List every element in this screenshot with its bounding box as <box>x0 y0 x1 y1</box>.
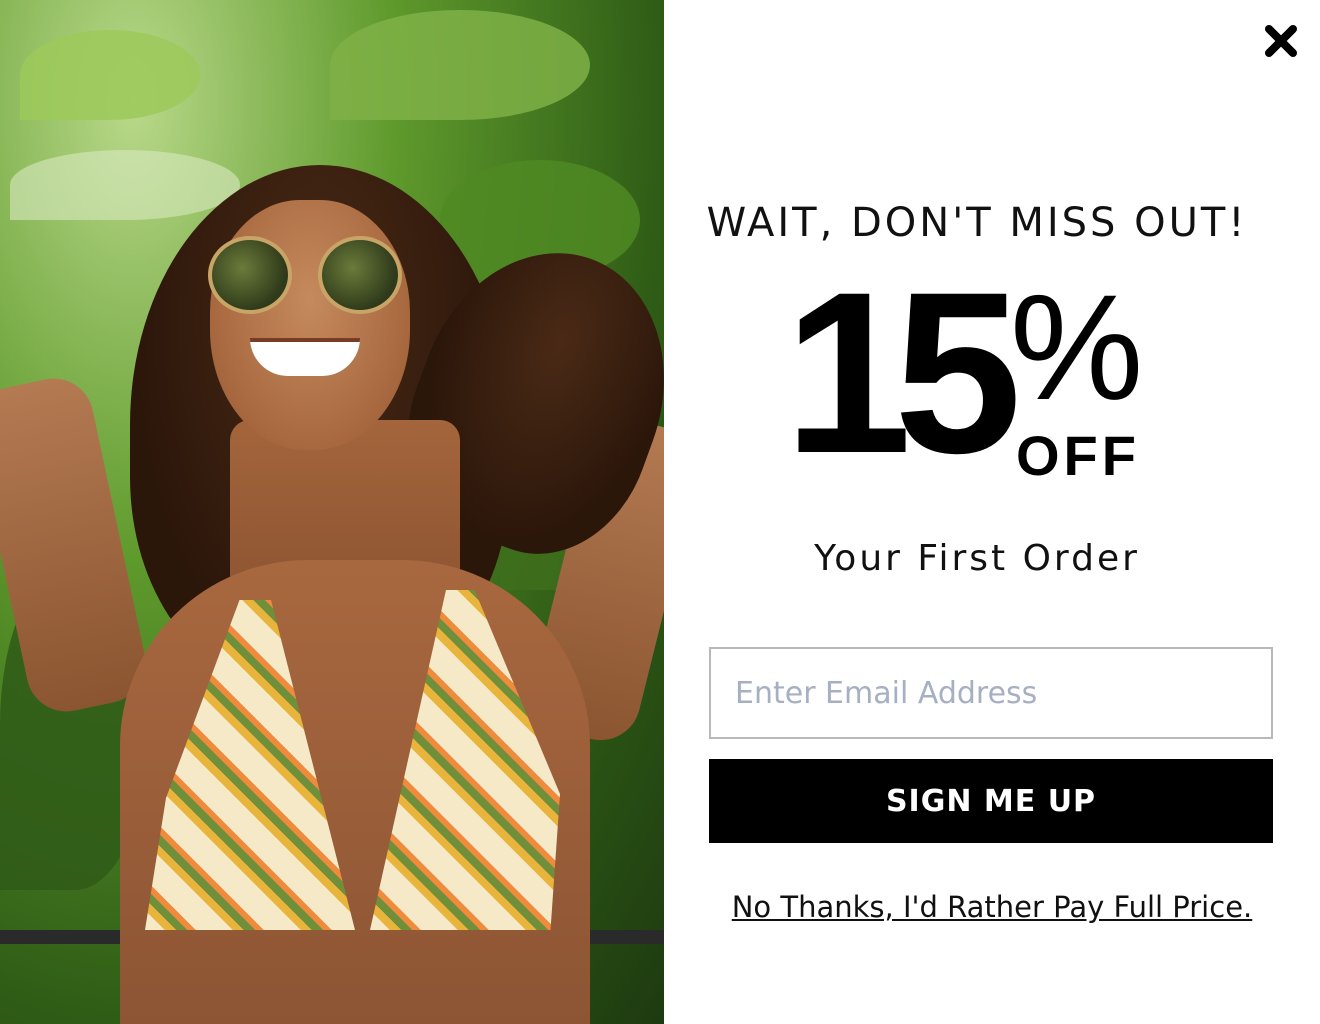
popup-subline: Your First Order <box>814 538 1140 579</box>
sunglasses-lens <box>208 236 292 314</box>
discount-offer: 15 % OFF <box>784 258 1184 500</box>
discount-off-label: OFF <box>1016 424 1140 487</box>
decline-link[interactable]: No Thanks, I'd Rather Pay Full Price. <box>664 890 1320 924</box>
email-field[interactable] <box>709 647 1273 739</box>
promo-photo <box>0 0 664 1024</box>
leaf-decoration <box>330 10 590 120</box>
leaf-decoration <box>10 150 240 220</box>
signup-popup: WAIT, DON'T MISS OUT! 15 % OFF Your Firs… <box>0 0 1320 1024</box>
sunglasses-lens <box>318 236 402 314</box>
popup-headline: WAIT, DON'T MISS OUT! <box>706 200 1248 246</box>
discount-number: 15 <box>784 244 1022 501</box>
close-icon[interactable] <box>1262 22 1300 60</box>
discount-percent-sign: % <box>1010 263 1144 431</box>
popup-content: WAIT, DON'T MISS OUT! 15 % OFF Your Firs… <box>664 0 1320 1024</box>
sign-up-button[interactable]: SIGN ME UP <box>709 759 1273 843</box>
leaf-decoration <box>20 30 200 120</box>
